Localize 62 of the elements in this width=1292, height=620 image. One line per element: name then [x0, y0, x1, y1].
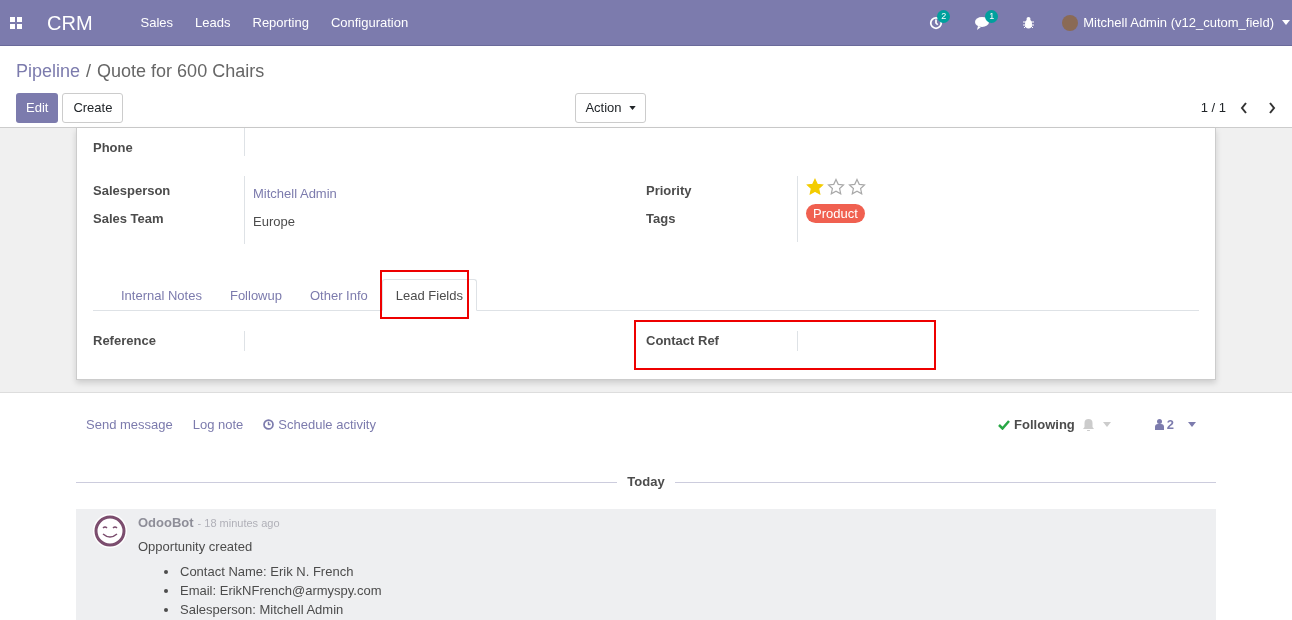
menu-item[interactable]: Reporting	[252, 12, 309, 33]
message-count-badge: 1	[985, 9, 999, 23]
bullet-icon	[164, 588, 168, 593]
caret-icon[interactable]	[1188, 422, 1196, 427]
menu-item[interactable]: Leads	[195, 12, 231, 33]
salesperson-link[interactable]: Mitchell Admin	[253, 176, 337, 204]
tag-pill[interactable]: Product	[806, 204, 865, 223]
field-label: Priority	[646, 182, 693, 200]
bug-icon[interactable]	[1023, 16, 1035, 29]
message-author: OdooBot	[138, 514, 194, 532]
bullet-icon	[164, 607, 168, 612]
message-list-item: Salesperson: Mitchell Admin	[180, 600, 344, 619]
message-body: Opportunity created	[138, 537, 254, 556]
field-label: Salesperson	[93, 182, 172, 200]
breadcrumb-separator: /	[86, 60, 92, 83]
following-status[interactable]: Following	[1014, 414, 1075, 435]
menu-item[interactable]: Configuration	[330, 12, 409, 33]
form-tab[interactable]: Followup	[215, 279, 296, 311]
empty-star-icon[interactable]	[848, 178, 866, 196]
breadcrumb-link[interactable]: Pipeline	[16, 58, 81, 85]
action-dropdown[interactable]: Action	[575, 93, 646, 123]
smiley-avatar-icon	[92, 513, 128, 549]
user-menu[interactable]: Mitchell Admin (v12_cutom_field)	[1083, 12, 1274, 33]
pager-value: 1 / 1	[1200, 99, 1226, 118]
field-label: Contact Ref	[646, 332, 720, 350]
menu-item[interactable]: Sales	[140, 12, 174, 33]
field-label: Tags	[646, 210, 677, 228]
message-list-item: Contact Name: Erik N. French	[180, 562, 354, 581]
bullet-icon	[164, 569, 168, 574]
edit-button[interactable]: Edit	[16, 93, 59, 123]
form-tab[interactable]: Other Info	[295, 279, 382, 311]
date-separator: Today	[626, 473, 666, 492]
form-tab[interactable]: Internal Notes	[107, 279, 216, 311]
activity-count-badge: 2	[937, 9, 951, 23]
caret-icon	[1282, 20, 1290, 25]
chat-bubbles-icon[interactable]	[975, 15, 992, 30]
field-label: Phone	[93, 139, 134, 156]
check-icon	[998, 419, 1011, 430]
field-value: Europe	[253, 213, 296, 231]
clock-icon[interactable]	[929, 15, 944, 30]
chevron-left-icon[interactable]	[1240, 102, 1248, 114]
create-button[interactable]: Create	[62, 93, 124, 123]
user-avatar	[1062, 14, 1079, 31]
caret-icon	[1102, 422, 1111, 427]
field-label: Reference	[93, 332, 157, 350]
message-time: - 18 minutes ago	[197, 516, 280, 531]
chevron-right-icon[interactable]	[1268, 102, 1276, 114]
form-tab[interactable]: Lead Fields	[381, 279, 477, 311]
field-label: Sales Team	[93, 210, 165, 228]
apps-grid-icon[interactable]	[10, 16, 22, 29]
followers-count[interactable]: 2	[1166, 414, 1174, 435]
schedule-activity-link[interactable]: Schedule activity	[278, 414, 376, 435]
breadcrumb-current: Quote for 600 Chairs	[97, 60, 265, 83]
message-list-item: Email: ErikNFrench@armyspy.com	[180, 581, 382, 600]
caret-icon	[628, 106, 636, 110]
filled-star-icon[interactable]	[806, 178, 824, 196]
clock-icon	[263, 419, 275, 430]
send-message-link[interactable]: Send message	[86, 414, 173, 435]
app-name: CRM	[47, 10, 93, 36]
empty-star-icon[interactable]	[827, 178, 845, 196]
person-icon	[1154, 419, 1164, 430]
log-note-link[interactable]: Log note	[192, 414, 244, 435]
